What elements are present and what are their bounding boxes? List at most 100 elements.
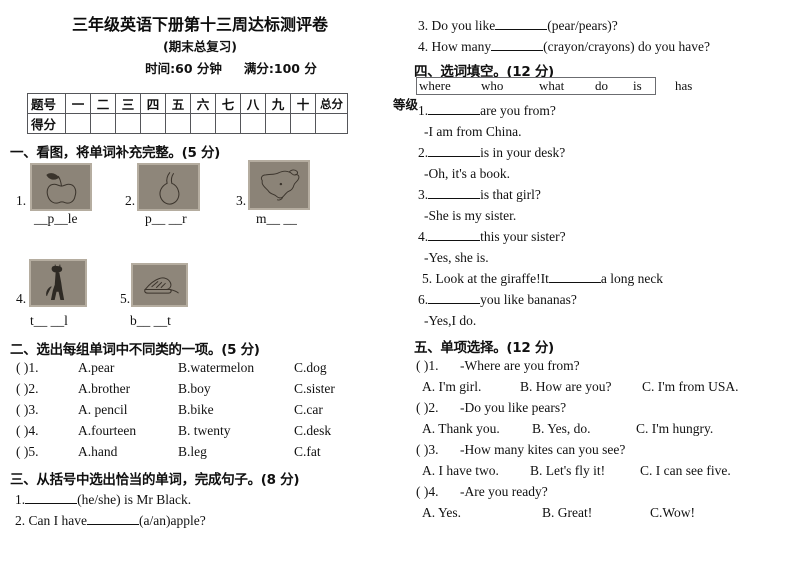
word-bank-item-has[interactable]: has xyxy=(675,78,692,94)
picture-number-2: 2. xyxy=(125,193,136,208)
score-cell-5[interactable] xyxy=(165,113,191,134)
sentence-prefix: 6. xyxy=(418,292,429,307)
option-a[interactable]: A.pear xyxy=(78,360,178,376)
option-c[interactable]: C.sister xyxy=(294,381,335,396)
sentence-prefix: 4. How many xyxy=(418,39,492,54)
sentence-prefix: 2. xyxy=(418,145,429,160)
option-c[interactable]: C. I'm from USA. xyxy=(642,379,739,394)
score-cell-9[interactable] xyxy=(265,113,291,134)
score-cell-6[interactable] xyxy=(190,113,216,134)
score-cell-1[interactable] xyxy=(65,113,91,134)
fill-blank[interactable] xyxy=(495,18,548,30)
option-b[interactable]: B.boy xyxy=(178,381,294,397)
word-bank-item-who[interactable]: who xyxy=(481,78,539,94)
section-four-item: 1. are you from? xyxy=(418,103,556,119)
option-c[interactable]: C. I'm hungry. xyxy=(636,421,713,436)
section-two-row: ( )4. A.fourteen B. twenty C.desk xyxy=(16,423,331,439)
answer-bracket[interactable]: ( )3. xyxy=(16,402,78,418)
answer-bracket[interactable]: ( )2. xyxy=(16,381,78,397)
sentence-suffix: (pear/pears)? xyxy=(547,18,618,33)
answer-bracket[interactable]: ( )4. xyxy=(416,484,460,500)
option-a[interactable]: A. Yes. xyxy=(422,505,542,521)
word-bank-item-is[interactable]: is xyxy=(633,78,675,94)
section-four-answer: -She is my sister. xyxy=(424,208,517,223)
answer-blank-4[interactable]: t__ __l xyxy=(30,313,68,329)
score-col-6: 六 xyxy=(190,93,216,114)
fill-blank[interactable] xyxy=(428,292,481,304)
word-bank-item-do[interactable]: do xyxy=(595,78,633,94)
answer-bracket[interactable]: ( )4. xyxy=(16,423,78,439)
fill-blank[interactable] xyxy=(428,145,481,157)
score-col-10: 十 xyxy=(290,93,316,114)
section-five-question: ( )2. -Do you like pears? xyxy=(416,400,566,416)
map-of-china-icon xyxy=(248,160,310,210)
option-c[interactable]: C.dog xyxy=(294,360,327,375)
sentence-suffix: (crayon/crayons) do you have? xyxy=(543,39,710,54)
score-cell-3[interactable] xyxy=(115,113,141,134)
option-c[interactable]: C.Wow! xyxy=(650,505,695,520)
section-two-row: ( )5. A.hand B.leg C.fat xyxy=(16,444,321,460)
picture-number-5: 5. xyxy=(120,291,131,306)
score-cell-total[interactable] xyxy=(315,113,348,134)
fill-blank[interactable] xyxy=(86,513,139,525)
score-cell-10[interactable] xyxy=(290,113,316,134)
answer-bracket[interactable]: ( )5. xyxy=(16,444,78,460)
score-cell-4[interactable] xyxy=(140,113,166,134)
option-c[interactable]: C.desk xyxy=(294,423,331,438)
option-b[interactable]: B. twenty xyxy=(178,423,294,439)
option-a[interactable]: A. pencil xyxy=(78,402,178,418)
word-bank-item-what[interactable]: what xyxy=(539,78,595,94)
score-col-7: 七 xyxy=(215,93,241,114)
question-text: -Where are you from? xyxy=(460,358,580,373)
sentence-suffix: is that girl? xyxy=(480,187,541,202)
option-b[interactable]: B. How are you? xyxy=(520,379,642,395)
option-b[interactable]: B. Great! xyxy=(542,505,650,521)
score-table: 题号 一 二 三 四 五 六 七 八 九 十 总分 得分 xyxy=(27,93,348,134)
section-four-item: 3. is that girl? xyxy=(418,187,541,203)
exam-time: 时间:60 分钟 xyxy=(145,61,222,76)
option-b[interactable]: B.bike xyxy=(178,402,294,418)
answer-bracket[interactable]: ( )1. xyxy=(16,360,78,376)
page-title: 三年级英语下册第十三周达标测评卷 xyxy=(71,15,328,34)
option-a[interactable]: A. Thank you. xyxy=(422,421,532,437)
score-col-4: 四 xyxy=(140,93,166,114)
option-b[interactable]: B.watermelon xyxy=(178,360,294,376)
fill-blank[interactable] xyxy=(25,492,78,504)
option-a[interactable]: A.fourteen xyxy=(78,423,178,439)
option-c[interactable]: C.car xyxy=(294,402,323,417)
word-bank-item-where[interactable]: where xyxy=(419,78,481,94)
fill-blank[interactable] xyxy=(428,103,481,115)
option-a[interactable]: A.brother xyxy=(78,381,178,397)
answer-blank-2[interactable]: p__ __r xyxy=(145,211,187,227)
answer-blank-5[interactable]: b__ __t xyxy=(130,313,171,329)
option-c[interactable]: C.fat xyxy=(294,444,321,459)
fill-blank[interactable] xyxy=(428,229,481,241)
option-b[interactable]: B. Let's fly it! xyxy=(530,463,640,479)
option-c[interactable]: C. I can see five. xyxy=(640,463,731,478)
section-five-question: ( )3. -How many kites can you see? xyxy=(416,442,625,458)
score-cell-8[interactable] xyxy=(240,113,266,134)
section-five-options: A. I have two. B. Let's fly it! C. I can s… xyxy=(422,463,731,479)
fill-blank[interactable] xyxy=(428,187,481,199)
fill-blank[interactable] xyxy=(548,271,601,283)
section-five-options: A. I'm girl. B. How are you? C. I'm from U… xyxy=(422,379,739,395)
answer-bracket[interactable]: ( )1. xyxy=(416,358,460,374)
answer-blank-3[interactable]: m__ __ xyxy=(256,211,297,227)
answer-bracket[interactable]: ( )3. xyxy=(416,442,460,458)
section-five-options: A. Thank you. B. Yes, do. C. I'm hungry. xyxy=(422,421,713,437)
option-b[interactable]: B.leg xyxy=(178,444,294,460)
section-four-item: 6. you like bananas? xyxy=(418,292,577,308)
fill-blank[interactable] xyxy=(491,39,544,51)
answer-bracket[interactable]: ( )2. xyxy=(416,400,460,416)
score-col-3: 三 xyxy=(115,93,141,114)
sentence-suffix: are you from? xyxy=(480,103,556,118)
score-cell-7[interactable] xyxy=(215,113,241,134)
option-a[interactable]: A. I have two. xyxy=(422,463,530,479)
answer-blank-1[interactable]: __p__le xyxy=(34,211,78,227)
score-cell-2[interactable] xyxy=(90,113,116,134)
left-column: 三年级英语下册第十三周达标测评卷 (期末总复习) 时间:60 分钟 满分:100 … xyxy=(0,0,418,566)
option-a[interactable]: A. I'm girl. xyxy=(422,379,520,395)
option-b[interactable]: B. Yes, do. xyxy=(532,421,636,437)
option-a[interactable]: A.hand xyxy=(78,444,178,460)
score-col-8: 八 xyxy=(240,93,266,114)
